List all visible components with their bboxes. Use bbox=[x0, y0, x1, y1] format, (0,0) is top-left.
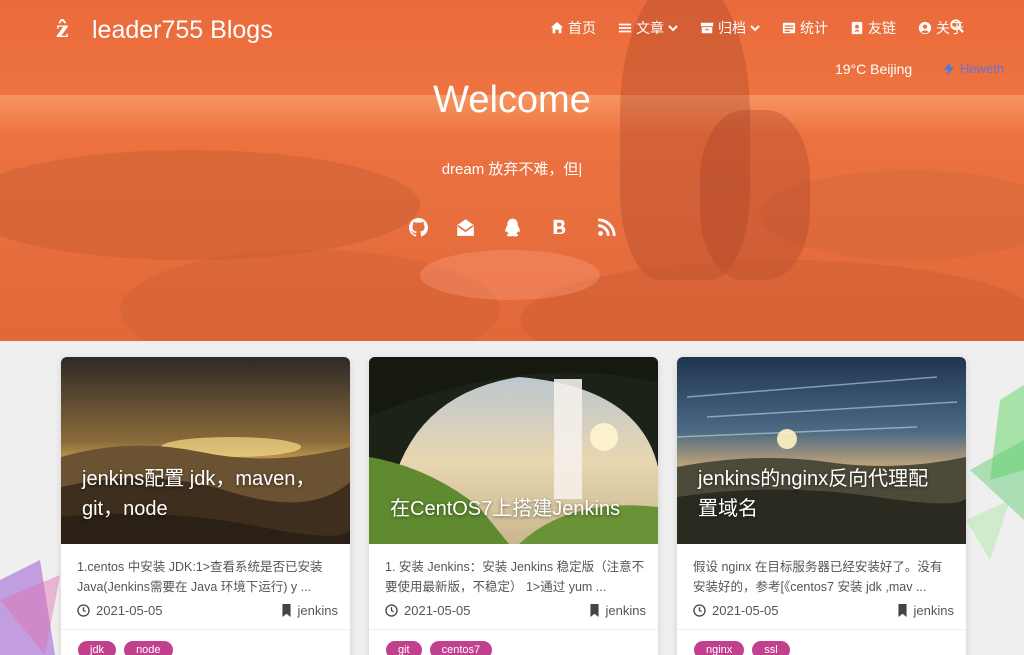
tag-chip[interactable]: jdk bbox=[78, 641, 117, 655]
qq-icon[interactable] bbox=[503, 218, 522, 237]
clock-icon bbox=[385, 603, 398, 617]
bookmark-icon bbox=[589, 603, 599, 617]
post-tags: nginx ssl bbox=[694, 641, 790, 655]
post-category[interactable]: jenkins bbox=[281, 603, 338, 618]
social-links bbox=[0, 218, 1024, 237]
tag-chip[interactable]: ssl bbox=[752, 641, 790, 655]
clock-icon bbox=[693, 603, 706, 617]
rss-icon[interactable] bbox=[597, 218, 616, 237]
tag-chip[interactable]: git bbox=[386, 641, 422, 655]
post-date: 2021-05-05 bbox=[404, 602, 471, 618]
bilibili-icon[interactable] bbox=[550, 218, 569, 237]
card-divider bbox=[369, 629, 658, 630]
post-cover-image[interactable]: 在CentOS7上搭建Jenkins bbox=[369, 357, 658, 544]
site-title[interactable]: leader755 Blogs bbox=[92, 15, 273, 45]
post-category-label: jenkins bbox=[605, 602, 646, 618]
nav-stats[interactable]: 统计 bbox=[782, 18, 828, 38]
nav-archive-label: 归档 bbox=[718, 20, 746, 36]
nav-links[interactable]: 友链 bbox=[850, 18, 896, 38]
card-divider bbox=[61, 629, 350, 630]
post-tags: jdk node bbox=[78, 641, 173, 655]
hero-banner: ẑ leader755 Blogs 首页 文章 归档 统计 友链 关于 19°C… bbox=[0, 0, 1024, 341]
post-meta: 2021-05-05 jenkins bbox=[385, 601, 646, 619]
tag-chip[interactable]: centos7 bbox=[429, 641, 493, 655]
card-divider bbox=[677, 629, 966, 630]
lightning-icon bbox=[944, 61, 954, 76]
post-category-label: jenkins bbox=[913, 602, 954, 618]
address-book-icon bbox=[851, 21, 863, 35]
post-cover-image[interactable]: jenkins的nginx反向代理配置域名 bbox=[677, 357, 966, 544]
nav-articles[interactable]: 文章 bbox=[618, 18, 678, 38]
nav-home-label: 首页 bbox=[568, 20, 596, 36]
main-nav: 首页 文章 归档 统计 友链 关于 bbox=[528, 18, 964, 38]
list-icon bbox=[618, 23, 632, 33]
site-logo[interactable]: ẑ bbox=[56, 16, 76, 44]
post-date: 2021-05-05 bbox=[96, 602, 163, 618]
post-card[interactable]: jenkins配置 jdk，maven，git，node 1.centos 中安… bbox=[61, 357, 350, 655]
hero-heading: Welcome bbox=[433, 79, 591, 121]
post-excerpt: 1.centos 中安装 JDK:1>查看系统是否已安装 Java(Jenkin… bbox=[77, 560, 323, 594]
bookmark-icon bbox=[897, 603, 907, 617]
github-icon[interactable] bbox=[408, 218, 428, 237]
search-icon[interactable] bbox=[950, 19, 964, 33]
nav-articles-label: 文章 bbox=[636, 20, 664, 36]
post-card[interactable]: jenkins的nginx反向代理配置域名 假设 nginx 在目标服务器已经安… bbox=[677, 357, 966, 655]
post-tags: git centos7 bbox=[386, 641, 493, 655]
post-title[interactable]: 在CentOS7上搭建Jenkins bbox=[390, 494, 640, 524]
post-card[interactable]: 在CentOS7上搭建Jenkins 1. 安装 Jenkins：安装 Jenk… bbox=[369, 357, 658, 655]
post-cover-image[interactable]: jenkins配置 jdk，maven，git，node bbox=[61, 357, 350, 544]
post-date: 2021-05-05 bbox=[712, 602, 779, 618]
post-title[interactable]: jenkins的nginx反向代理配置域名 bbox=[698, 464, 948, 524]
post-meta: 2021-05-05 jenkins bbox=[77, 601, 338, 619]
post-category[interactable]: jenkins bbox=[897, 603, 954, 618]
weather-widget: 19°C Beijing bbox=[835, 61, 913, 77]
email-icon[interactable] bbox=[456, 218, 475, 237]
clock-icon bbox=[77, 603, 90, 617]
chevron-down-icon bbox=[750, 25, 760, 32]
tag-chip[interactable]: node bbox=[124, 641, 173, 655]
post-excerpt: 假设 nginx 在目标服务器已经安装好了。没有安装好的，参考[《centos7… bbox=[693, 560, 943, 594]
tag-chip[interactable]: nginx bbox=[694, 641, 745, 655]
chart-icon bbox=[782, 22, 796, 34]
weather-provider-label: Heweth bbox=[960, 61, 1005, 76]
post-meta: 2021-05-05 jenkins bbox=[693, 601, 954, 619]
weather-provider-link[interactable]: Heweth bbox=[942, 61, 1004, 76]
post-excerpt: 1. 安装 Jenkins：安装 Jenkins 稳定版（注意不要使用最新版，不… bbox=[385, 560, 645, 594]
post-title[interactable]: jenkins配置 jdk，maven，git，node bbox=[82, 464, 332, 524]
home-icon bbox=[550, 21, 564, 34]
bookmark-icon bbox=[281, 603, 291, 617]
post-category-label: jenkins bbox=[297, 602, 338, 618]
chevron-down-icon bbox=[668, 25, 678, 32]
nav-stats-label: 统计 bbox=[800, 20, 828, 36]
nav-links-label: 友链 bbox=[868, 20, 896, 36]
hero-subtitle: dream 放弃不难，但| bbox=[441, 161, 583, 178]
user-circle-icon bbox=[918, 21, 932, 35]
archive-icon bbox=[700, 22, 714, 34]
post-category[interactable]: jenkins bbox=[589, 603, 646, 618]
nav-archive[interactable]: 归档 bbox=[700, 18, 760, 38]
nav-home[interactable]: 首页 bbox=[550, 18, 596, 38]
